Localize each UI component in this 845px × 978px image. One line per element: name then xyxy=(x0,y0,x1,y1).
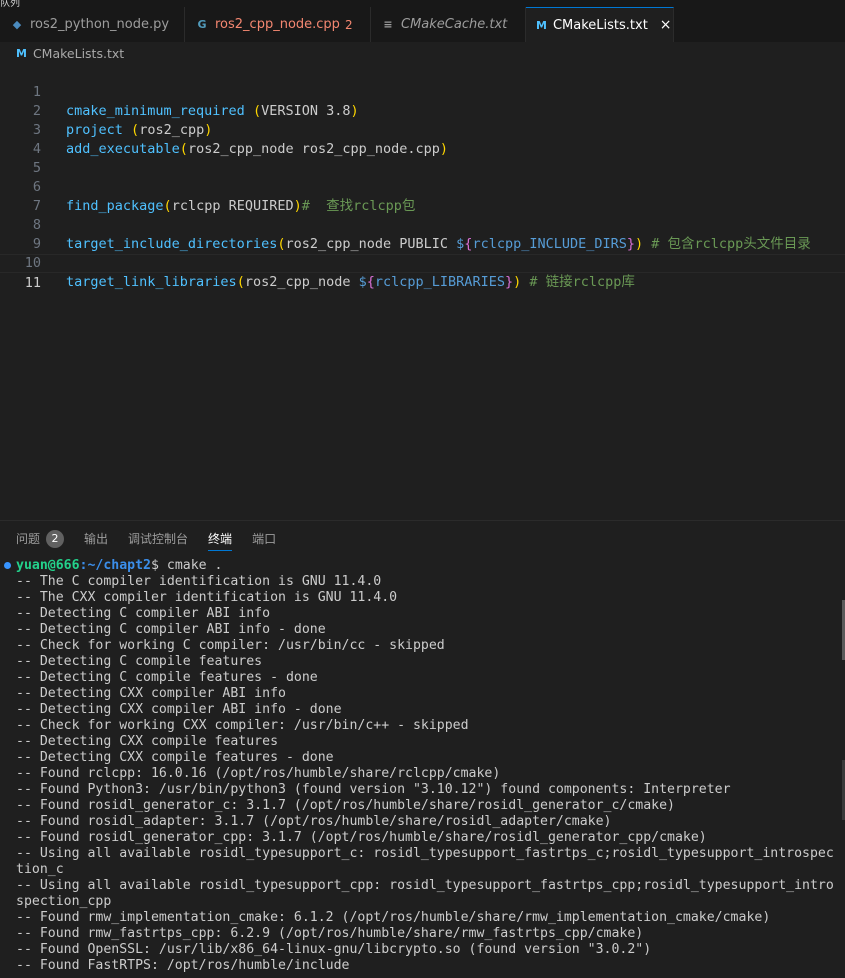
problem-count-badge: 2 xyxy=(344,17,353,32)
terminal-output[interactable]: yuan@666:~/chapt2$ cmake . -- The C comp… xyxy=(0,558,845,978)
code-line: 6 find_package(rclcpp REQUIRED)# 查找rclcp… xyxy=(0,159,845,214)
terminal-line: -- Detecting CXX compile features xyxy=(16,734,279,749)
code-line: 9 xyxy=(0,216,845,252)
terminal-line: -- Found FastRTPS: /opt/ros/humble/inclu… xyxy=(16,958,350,973)
code-line-current: 11 xyxy=(0,254,845,291)
code-var-dollar: $ xyxy=(358,274,367,290)
tab-label: CMakeCache.txt xyxy=(401,17,508,32)
code-line: 3 add_executable(ros2_cpp_node ros2_cpp_… xyxy=(0,102,845,157)
terminal-line: -- Detecting C compiler ABI info xyxy=(16,606,271,621)
tab-label: 调试控制台 xyxy=(128,532,189,546)
tab-ports[interactable]: 端口 xyxy=(252,521,276,557)
tab-label: 问题 xyxy=(16,532,41,546)
line-number: 11 xyxy=(24,275,41,291)
code-line: 5 xyxy=(0,140,845,176)
code-brace: { xyxy=(366,274,375,290)
terminal-line: -- Found rosidl_generator_c: 3.1.7 (/opt… xyxy=(16,798,675,813)
terminal-line: spection_cpp xyxy=(16,894,112,909)
window-title-strip: 队列 xyxy=(0,0,845,7)
terminal-line: -- Detecting C compile features - done xyxy=(16,670,318,685)
tab-ros2-python-node[interactable]: ◆ ros2_python_node.py xyxy=(0,7,185,42)
prompt-user: yuan@666 xyxy=(16,558,80,573)
cpp-icon: G xyxy=(197,18,207,31)
code-line: 2 project (ros2_cpp) xyxy=(0,83,845,138)
terminal-line: -- Found rmw_implementation_cmake: 6.1.2… xyxy=(16,910,771,925)
code-line: 1 cmake_minimum_required (VERSION 3.8) xyxy=(0,64,845,119)
code-line: 10 target_link_libraries(ros2_cpp_node $… xyxy=(0,235,845,290)
prompt-path: :~/chapt2 xyxy=(79,558,151,573)
terminal-line: -- Found rclcpp: 16.0.16 (/opt/ros/humbl… xyxy=(16,766,501,781)
tab-terminal[interactable]: 终端 xyxy=(208,521,233,557)
terminal-line: tion_c xyxy=(16,862,64,877)
terminal-line: -- Detecting CXX compiler ABI info - don… xyxy=(16,702,342,717)
tab-label: 端口 xyxy=(252,532,277,546)
code-paren: ( xyxy=(236,274,245,290)
text-file-icon: ≡ xyxy=(383,18,393,31)
tab-ros2-cpp-node[interactable]: G ros2_cpp_node.cpp 2 xyxy=(185,7,371,42)
close-icon[interactable]: × xyxy=(660,17,672,33)
code-line: 7 xyxy=(0,178,845,214)
tab-problems[interactable]: 问题 2 xyxy=(16,521,65,557)
code-line: 8 target_include_directories(ros2_cpp_no… xyxy=(0,197,845,252)
tab-cmakecache[interactable]: ≡ CMakeCache.txt xyxy=(371,7,526,42)
terminal-line: -- Check for working CXX compiler: /usr/… xyxy=(16,718,469,733)
terminal-line: -- Found Python3: /usr/bin/python3 (foun… xyxy=(16,782,731,797)
code-comment: # 链接rclcpp库 xyxy=(521,274,635,290)
cmake-icon: M xyxy=(16,46,27,60)
tab-debug-console[interactable]: 调试控制台 xyxy=(128,521,188,557)
terminal-line: -- Found rosidl_generator_cpp: 3.1.7 (/o… xyxy=(16,830,707,845)
code-variable: rclcpp_LIBRARIES xyxy=(374,274,505,290)
terminal-line: -- Detecting C compiler ABI info - done xyxy=(16,622,326,637)
terminal-line: -- Using all available rosidl_typesuppor… xyxy=(16,846,834,861)
terminal-prompt-line: yuan@666:~/chapt2$ cmake . xyxy=(16,558,222,574)
problems-count-badge: 2 xyxy=(46,529,65,548)
code-editor[interactable]: 1 cmake_minimum_required (VERSION 3.8) 2… xyxy=(0,64,845,520)
tab-label: 终端 xyxy=(208,532,233,546)
code-line: 4 xyxy=(0,121,845,157)
tab-label: CMakeLists.txt xyxy=(552,17,648,33)
code-paren: ) xyxy=(513,274,522,290)
window-title-text: 队列 xyxy=(0,0,20,7)
tab-label: 输出 xyxy=(84,532,109,546)
terminal-line: -- Check for working C compiler: /usr/bi… xyxy=(16,638,445,653)
code-function: target_link_libraries xyxy=(66,274,237,290)
terminal-line: -- Using all available rosidl_typesuppor… xyxy=(16,878,834,893)
breadcrumb: M CMakeLists.txt xyxy=(0,42,845,64)
tab-label: ros2_cpp_node.cpp xyxy=(215,17,340,32)
terminal-line: -- The CXX compiler identification is GN… xyxy=(16,590,398,605)
editor-tab-bar: ◆ ros2_python_node.py G ros2_cpp_node.cp… xyxy=(0,7,845,42)
python-icon: ◆ xyxy=(12,18,22,31)
prompt-command: $ cmake . xyxy=(151,558,223,573)
tab-output[interactable]: 输出 xyxy=(84,521,108,557)
panel-tab-bar: 问题 2 输出 调试控制台 终端 端口 xyxy=(0,520,845,556)
terminal-line: -- Found rmw_fastrtps_cpp: 6.2.9 (/opt/r… xyxy=(16,926,644,941)
terminal-line: -- Detecting CXX compile features - done xyxy=(16,750,334,765)
code-brace: } xyxy=(504,274,514,290)
terminal-line: -- Found rosidl_adapter: 3.1.7 (/opt/ros… xyxy=(16,814,612,829)
code-args: ros2_cpp_node xyxy=(244,274,359,290)
terminal-line: -- Detecting CXX compiler ABI info xyxy=(16,686,286,701)
terminal-line: -- Detecting C compile features xyxy=(16,654,263,669)
tab-cmakelists[interactable]: M CMakeLists.txt × xyxy=(526,7,674,42)
cmake-icon: M xyxy=(536,18,547,32)
terminal-line: -- The C compiler identification is GNU … xyxy=(16,574,382,589)
tab-label: ros2_python_node.py xyxy=(30,17,170,32)
breadcrumb-file[interactable]: CMakeLists.txt xyxy=(33,46,124,61)
terminal-line: -- Found OpenSSL: /usr/lib/x86_64-linux-… xyxy=(16,942,652,957)
